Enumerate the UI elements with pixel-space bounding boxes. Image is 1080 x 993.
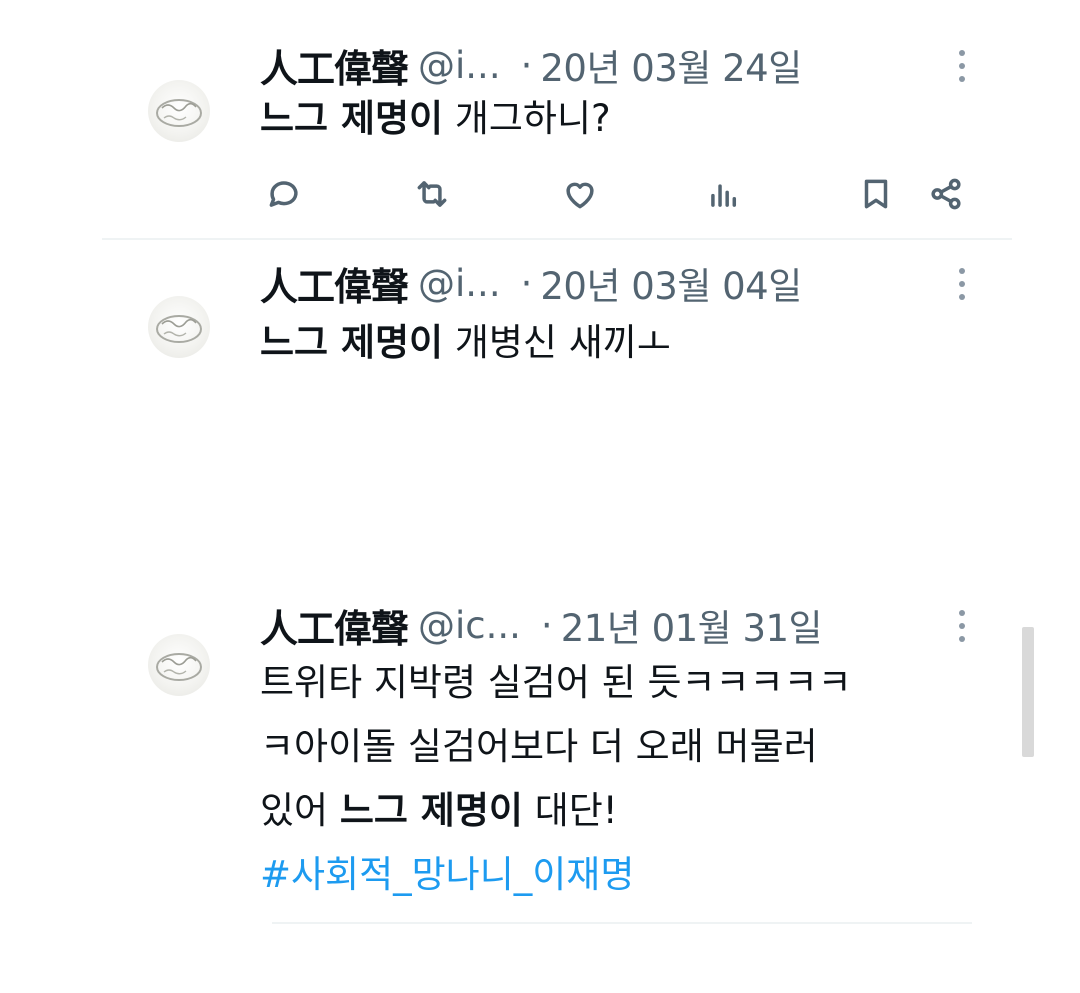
separator-dot: · — [520, 43, 533, 87]
tweet-text-line-1: 트위타 지박령 실검어 된 듯ㅋㅋㅋㅋㅋ — [260, 661, 852, 704]
reply-icon[interactable] — [262, 172, 306, 216]
separator-dot: · — [540, 603, 553, 647]
tweet-text-post: 대단! — [522, 789, 618, 832]
tweet-text-pre: 있어 — [260, 789, 340, 832]
tweet-date[interactable]: 20년 03월 24일 — [540, 38, 802, 92]
tweet-date[interactable]: 21년 01월 31일 — [561, 598, 823, 652]
avatar-ring-image-icon — [156, 99, 202, 127]
user-handle[interactable]: @i... — [418, 262, 501, 305]
more-options-icon[interactable] — [952, 606, 972, 646]
tweet-divider — [102, 238, 1012, 240]
more-options-icon[interactable] — [952, 264, 972, 304]
tweet-text-rest: 개그하니? — [443, 97, 611, 140]
like-icon[interactable] — [558, 172, 602, 216]
user-handle[interactable]: @ic... — [418, 604, 521, 647]
scrollbar[interactable] — [1022, 627, 1034, 757]
tweet-text-line-3: 있어 느그 제명이 대단! — [260, 782, 618, 840]
tweet-text-rest: 개병신 새끼ㅗ — [443, 321, 671, 364]
avatar[interactable] — [148, 634, 210, 696]
card-border — [272, 922, 972, 924]
share-icon[interactable] — [924, 172, 968, 216]
display-name[interactable]: 人工偉聲 — [260, 598, 409, 653]
hashtag-link[interactable]: #사회적_망나니_이재명 — [260, 846, 634, 904]
bookmark-icon[interactable] — [854, 172, 898, 216]
tweet-date[interactable]: 20년 03월 04일 — [540, 256, 802, 310]
tweet-text-line-2: ㅋ아이돌 실검어보다 더 오래 머물러 — [260, 725, 818, 768]
avatar[interactable] — [148, 296, 210, 358]
tweet-actions — [0, 172, 1080, 222]
display-name[interactable]: 人工偉聲 — [260, 38, 409, 93]
views-icon[interactable] — [702, 172, 746, 216]
separator-dot: · — [520, 261, 533, 305]
tweet-text-bold: 느그 제명이 — [339, 789, 523, 832]
tweet-text: 느그 제명이 개병신 새끼ㅗ — [260, 314, 671, 372]
tweet-text-bold: 느그 제명이 — [260, 97, 444, 140]
tweet-text-bold: 느그 제명이 — [260, 321, 444, 364]
more-options-icon[interactable] — [952, 46, 972, 86]
tweet-text: 느그 제명이 개그하니? — [260, 90, 611, 148]
user-handle[interactable]: @i... — [418, 44, 501, 87]
avatar[interactable] — [148, 80, 210, 142]
retweet-icon[interactable] — [410, 172, 454, 216]
avatar-ring-image-icon — [156, 315, 202, 343]
avatar-ring-image-icon — [156, 653, 202, 681]
display-name[interactable]: 人工偉聲 — [260, 256, 409, 311]
